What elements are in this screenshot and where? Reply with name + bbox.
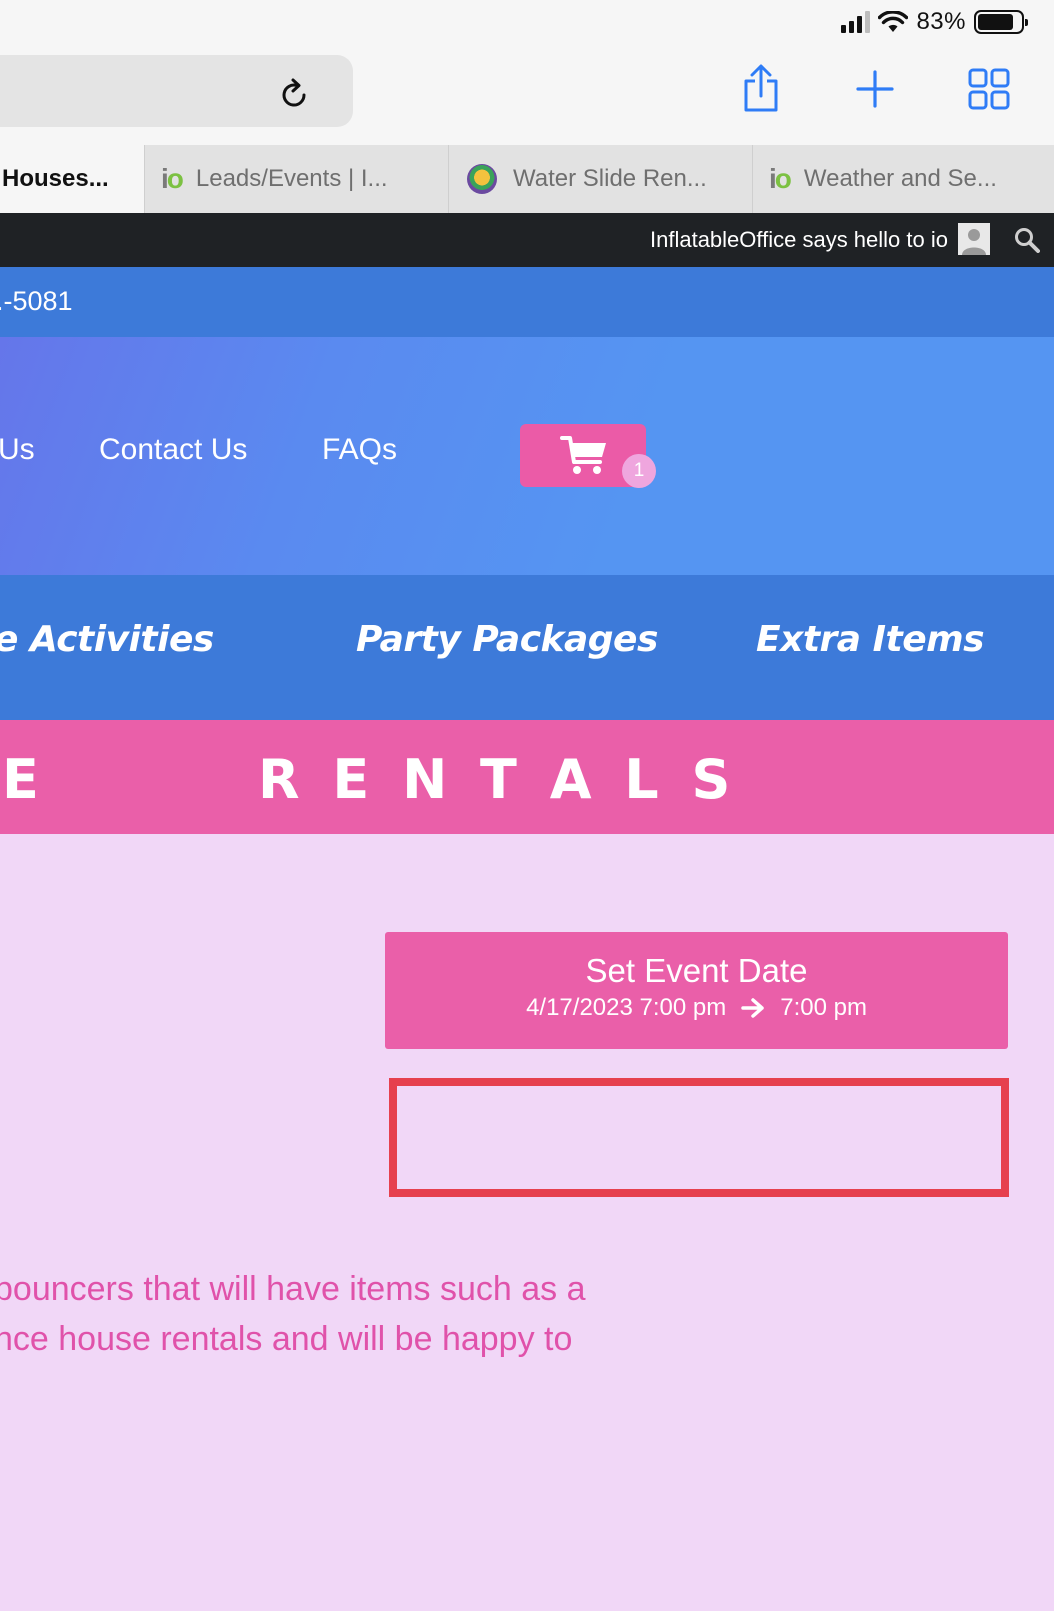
arrow-right-icon	[741, 998, 764, 1018]
wifi-icon	[878, 11, 909, 32]
admin-greeting[interactable]: InflatableOffice says hello to io	[650, 227, 948, 253]
tab-label: Weather and Se...	[803, 165, 997, 192]
tab-water-slide[interactable]: Water Slide Ren...	[448, 145, 752, 213]
nav-contact-us[interactable]: Contact Us	[99, 433, 247, 467]
battery-percent: 83%	[916, 8, 966, 35]
avatar[interactable]	[958, 223, 990, 255]
new-tab-icon[interactable]	[852, 64, 898, 114]
category-bar: e Activities Party Packages Extra Items	[0, 575, 1054, 720]
io-logo-icon: io	[161, 163, 184, 194]
tab-label: Leads/Events | I...	[195, 165, 388, 192]
body-text-line-1: bouncers that will have items such as a	[0, 1270, 586, 1308]
address-bar[interactable]	[0, 55, 353, 127]
share-icon[interactable]	[738, 64, 784, 114]
cart-icon	[560, 436, 606, 474]
admin-bar: InflatableOffice says hello to io	[0, 213, 1054, 267]
site-nav: Us Contact Us FAQs 1	[0, 337, 1054, 575]
nav-faqs[interactable]: FAQs	[322, 433, 397, 467]
event-end: 7:00 pm	[780, 994, 867, 1021]
status-icons: 83%	[841, 8, 1028, 36]
status-bar: 83%	[0, 0, 1054, 48]
banner-text-left: E	[2, 748, 39, 811]
search-icon[interactable]	[1014, 227, 1040, 253]
browser-tabs: Houses... io Leads/Events | I... Water S…	[0, 145, 1054, 213]
tab-houses[interactable]: Houses...	[0, 145, 144, 213]
phone-number[interactable]: .-5081	[0, 286, 73, 317]
tab-label: Water Slide Ren...	[513, 165, 707, 192]
nav-about-us[interactable]: Us	[0, 433, 35, 467]
battery-icon	[974, 10, 1028, 34]
reload-icon[interactable]	[276, 77, 312, 113]
banner-text-rentals: R E N T A L S	[258, 748, 735, 811]
cart-count-badge: 1	[622, 454, 656, 488]
body-text-line-2: nce house rentals and will be happy to	[0, 1320, 573, 1358]
highlighted-empty-area	[389, 1078, 1009, 1197]
tab-weather[interactable]: io Weather and Se...	[752, 145, 1054, 213]
page-banner: E R E N T A L S	[0, 720, 1054, 834]
category-party-packages[interactable]: Party Packages	[356, 619, 658, 660]
tab-leads-events[interactable]: io Leads/Events | I...	[144, 145, 448, 213]
tab-label: Houses...	[2, 165, 109, 192]
category-extra-items[interactable]: Extra Items	[756, 619, 985, 660]
cart-button[interactable]: 1	[520, 424, 656, 488]
cellular-signal-icon	[841, 11, 871, 33]
site-favicon-icon	[467, 164, 497, 194]
io-logo-icon: io	[769, 163, 792, 194]
event-start: 4/17/2023 7:00 pm	[526, 994, 727, 1021]
event-button-title: Set Event Date	[585, 952, 808, 989]
event-date-range: 4/17/2023 7:00 pm 7:00 pm	[385, 994, 1008, 1022]
set-event-date-button[interactable]: Set Event Date 4/17/2023 7:00 pm 7:00 pm	[385, 932, 1008, 1049]
tab-overview-icon[interactable]	[966, 64, 1012, 114]
category-activities[interactable]: e Activities	[0, 619, 214, 660]
browser-toolbar	[0, 48, 1054, 145]
page: 83% Houses... io Leads/Events | I... Wat…	[0, 0, 1054, 1611]
phone-bar: .-5081	[0, 267, 1054, 337]
